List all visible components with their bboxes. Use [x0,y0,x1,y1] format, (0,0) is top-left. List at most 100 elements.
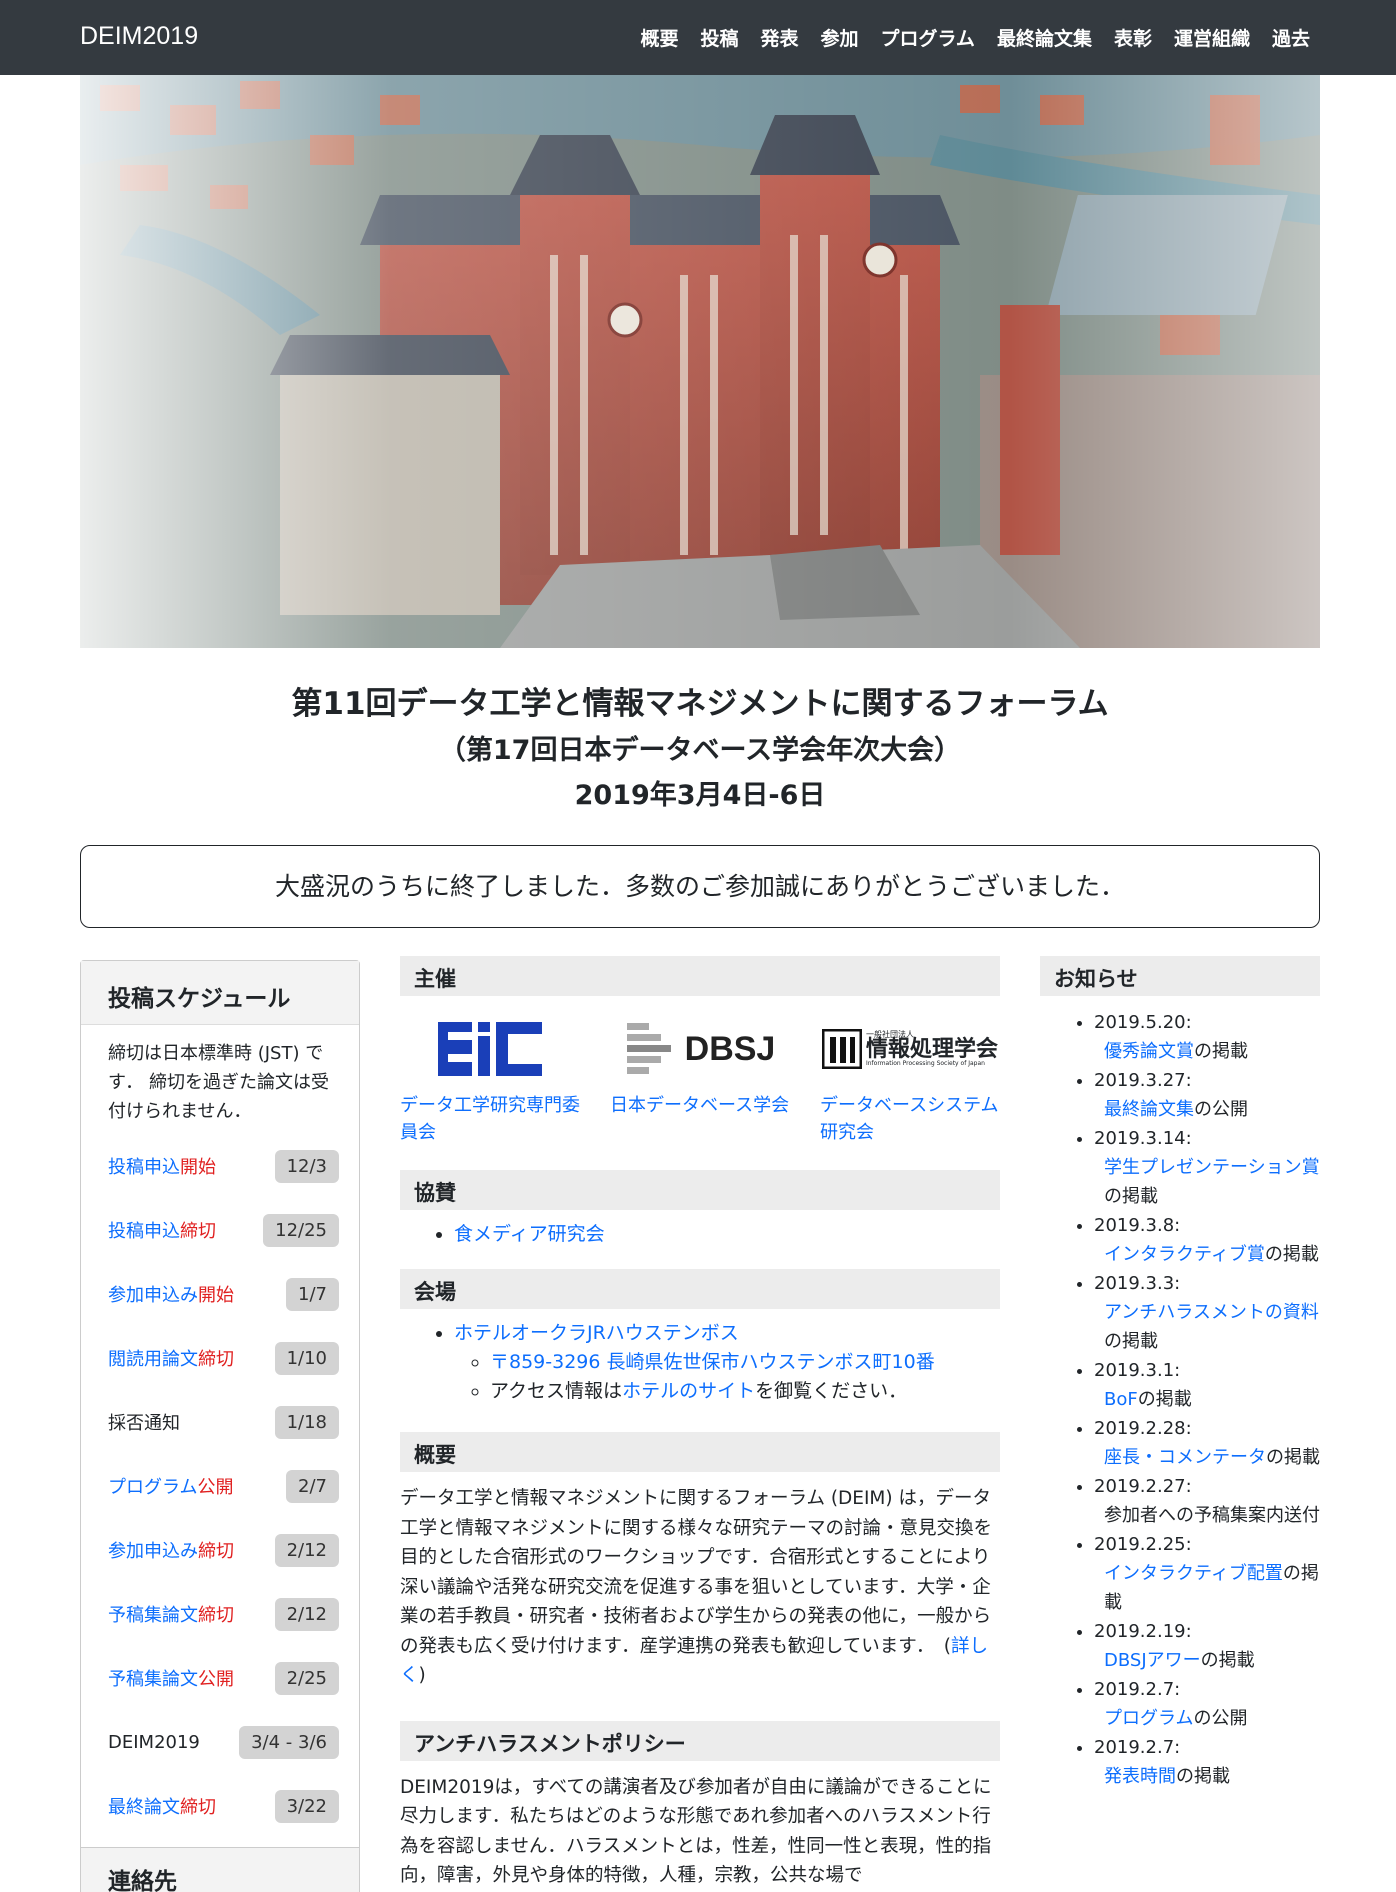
date-badge: 1/18 [274,1405,339,1439]
overview-body: データ工学と情報マネジメントに関するフォーラム (DEIM) は，データ工学と情… [400,1488,993,1657]
news-link[interactable]: アンチハラスメントの資料 [1104,1302,1319,1323]
news-rest: の公開 [1194,1099,1248,1120]
news-list: 2019.5.20: 優秀論文賞の掲載 2019.3.27: 最終論文集の公開 20… [1040,1008,1320,1791]
schedule-label-link[interactable]: 投稿申込開始 [108,1153,216,1179]
dbsj-logo-mark [626,1023,671,1074]
organizer-caption[interactable]: 日本データベース学会 [610,1092,790,1119]
news-rest: の掲載 [1194,1041,1248,1062]
nav-item-overview[interactable]: 概要 [640,24,678,51]
news-link[interactable]: インタラクティブ賞 [1104,1244,1265,1265]
schedule-label-link[interactable]: プログラム公開 [108,1473,233,1499]
schedule-item: 参加申込み締切 2/12 [108,1518,339,1582]
dbsj-logo: DBSJ [610,1016,790,1082]
conference-title: 第11回データ工学と情報マネジメントに関するフォーラム （第17回日本データベー… [80,680,1320,818]
organizer-dbsj[interactable]: DBSJ 日本データベース学会 [610,1016,790,1162]
news-item: 2019.3.27: 最終論文集の公開 [1094,1066,1320,1124]
nav-item-submission[interactable]: 投稿 [700,24,738,51]
nav-item-presentation[interactable]: 発表 [760,24,798,51]
nav-menu: 概要 投稿 発表 参加 プログラム 最終論文集 表彰 運営組織 過去 [640,24,1310,51]
policy-text: DEIM2019は，すべての講演者及び参加者が自由に議論ができることに尽力します… [400,1776,992,1887]
news-link[interactable]: BoF [1104,1389,1138,1410]
news-link[interactable]: インタラクティブ配置 [1104,1563,1283,1584]
access-suffix: を御覧ください． [755,1380,908,1402]
schedule-label-link[interactable]: 参加申込み締切 [108,1537,234,1563]
site-brand[interactable]: DEIM2019 [80,22,198,51]
schedule-label-link[interactable]: 予稿集論文公開 [108,1665,234,1691]
schedule-item: 予稿集論文公開 2/25 [108,1646,339,1710]
news-link[interactable]: 発表時間 [1104,1766,1176,1787]
organizer-ipsj[interactable]: 一般社団法人 情報処理学会 Information Processing Soc… [820,1016,1000,1162]
title-line-1: 第11回データ工学と情報マネジメントに関するフォーラム [291,686,1109,722]
hotel-site-link[interactable]: ホテルのサイト [622,1380,755,1402]
eic-logo [400,1016,580,1082]
nav-item-committee[interactable]: 運営組織 [1174,24,1250,51]
ipsj-logo-text: 情報処理学会 [865,1037,998,1062]
news-link[interactable]: プログラム [1104,1708,1193,1729]
date-badge: 3/22 [274,1789,339,1823]
nav-item-past[interactable]: 過去 [1272,24,1310,51]
schedule-item: 採否通知 1/18 [108,1390,339,1454]
news-item: 2019.2.25:インタラクティブ配置の掲載 [1094,1530,1320,1617]
news-link[interactable]: 座長・コメンテータ [1104,1447,1266,1468]
news-item: 2019.2.28: 座長・コメンテータの掲載 [1094,1414,1320,1472]
ipsj-logo-en: Information Processing Society of Japan [865,1060,985,1067]
organizer-eic[interactable]: データ工学研究専門委員会 [400,1016,580,1162]
date-badge: 2/7 [286,1469,339,1503]
schedule-item: 最終論文締切 3/22 [108,1774,339,1838]
schedule-item: 参加申込み開始 1/7 [108,1262,339,1326]
news-heading: お知らせ [1040,956,1320,996]
schedule-list: 投稿申込開始 12/3 投稿申込締切 12/25 参加申込み開始 1/7 閲読用論文締… [81,1126,359,1838]
schedule-label-link[interactable]: 参加申込み開始 [108,1281,234,1307]
contact-heading: 連絡先 [81,1847,359,1892]
sponsor-link[interactable]: 食メディア研究会 [454,1223,605,1245]
news-date: 2019.2.28: [1094,1418,1192,1439]
news-item: 2019.2.7: 発表時間の掲載 [1094,1733,1320,1791]
news-link[interactable]: DBSJアワー [1104,1650,1201,1671]
schedule-label-link[interactable]: 予稿集論文締切 [108,1601,234,1627]
schedule-label-link[interactable]: 最終論文締切 [108,1793,216,1819]
schedule-label-link[interactable]: 投稿申込締切 [108,1217,216,1243]
news-date: 2019.3.27: [1094,1070,1192,1091]
venue-address-link[interactable]: 〒859-3296 長崎県佐世保市ハウステンボス町10番 [490,1351,935,1373]
overview-heading: 概要 [400,1432,1000,1472]
nav-item-awards[interactable]: 表彰 [1114,24,1152,51]
organizer-logos: データ工学研究専門委員会 DBSJ 日本データベース学会 一般社団法人 情報処理… [400,1016,1000,1162]
venue-link[interactable]: ホテルオークラJRハウステンボス [454,1322,739,1344]
overview-close: ) [418,1665,426,1686]
schedule-item: 投稿申込締切 12/25 [108,1198,339,1262]
news-link[interactable]: 優秀論文賞 [1104,1041,1194,1062]
date-badge: 12/3 [274,1149,339,1183]
nav-item-proceedings[interactable]: 最終論文集 [997,24,1092,51]
news-item: 2019.3.1: BoFの掲載 [1094,1356,1320,1414]
news-link[interactable]: 学生プレゼンテーション賞 [1104,1157,1320,1178]
date-badge: 3/4 - 3/6 [239,1725,339,1759]
organizers-heading: 主催 [400,956,1000,996]
schedule-heading: 投稿スケジュール [81,961,359,1025]
news-date: 2019.5.20: [1094,1012,1192,1033]
venue-heading: 会場 [400,1269,1000,1309]
hotel-aerial-illustration [80,75,1320,648]
news-rest: の公開 [1193,1708,1248,1729]
date-badge: 2/12 [274,1533,339,1567]
schedule-note: 締切は日本標準時 (JST) です． 締切を過ぎた論文は受付けられません． [108,1043,330,1122]
venue-list: ホテルオークラJRハウステンボス 〒859-3296 長崎県佐世保市ハウステンボ… [400,1319,1000,1406]
schedule-card: 投稿スケジュール 締切は日本標準時 (JST) です． 締切を過ぎた論文は受付け… [80,960,360,1892]
nav-item-program[interactable]: プログラム [881,24,975,51]
nav-item-participation[interactable]: 参加 [820,24,858,51]
organizer-caption[interactable]: データベースシステム研究会 [820,1092,1000,1146]
news-date: 2019.3.8: [1094,1215,1181,1236]
schedule-label-link[interactable]: 閲読用論文締切 [108,1345,234,1371]
sponsors-heading: 協賛 [400,1170,1000,1210]
date-badge: 2/25 [274,1661,339,1695]
news-rest: の掲載 [1104,1331,1158,1352]
overview-text: データ工学と情報マネジメントに関するフォーラム (DEIM) は，データ工学と情… [400,1484,1000,1691]
schedule-item: 予稿集論文締切 2/12 [108,1582,339,1646]
organizer-caption[interactable]: データ工学研究専門委員会 [400,1092,580,1146]
news-rest: の掲載 [1176,1766,1230,1787]
venue-address-item: 〒859-3296 長崎県佐世保市ハウステンボス町10番 [490,1348,1000,1377]
news-link[interactable]: 最終論文集 [1104,1099,1194,1120]
hero-image-hotel-aerial [80,75,1320,648]
date-badge: 1/10 [274,1341,339,1375]
title-line-2: （第17回日本データベース学会年次大会） [438,735,962,766]
schedule-label: DEIM2019 [108,1731,200,1753]
